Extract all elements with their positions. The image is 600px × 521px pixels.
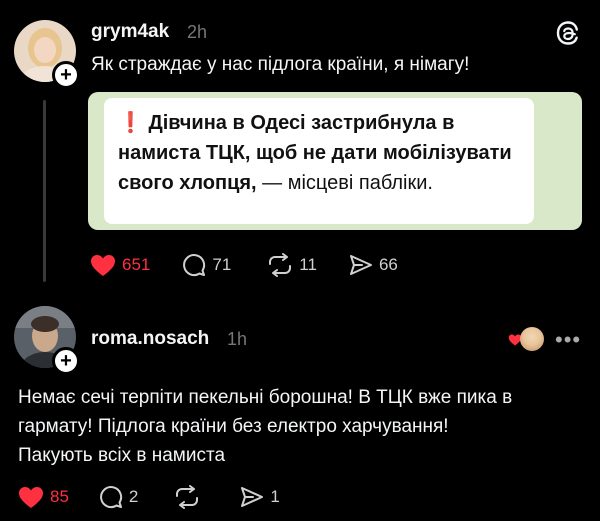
post-text-line-1: Немає сечі терпіти пекельні борошна! В Т…: [18, 387, 513, 408]
comment-button[interactable]: 2: [99, 485, 138, 509]
like-button[interactable]: 651: [90, 254, 150, 277]
comment-button[interactable]: 71: [182, 253, 231, 277]
repost-button[interactable]: 11: [267, 253, 317, 277]
quote-bubble: ❗ Дівчина в Одесі застрибнула в намиста …: [104, 98, 534, 224]
repost-icon: [176, 485, 199, 509]
post-text-line-3: Пакують всіх в намиста: [18, 445, 226, 466]
post-text: Як страждає у нас підлога країни, я німа…: [91, 54, 470, 75]
follow-plus-icon[interactable]: +: [52, 347, 80, 375]
post-actions: 85 2 1: [18, 485, 306, 509]
follow-plus-icon[interactable]: +: [52, 61, 80, 89]
share-count: 1: [270, 487, 280, 506]
quote-text: ❗ Дівчина в Одесі застрибнула в намиста …: [118, 108, 524, 198]
comment-count: 2: [128, 487, 139, 506]
comment-count: 71: [212, 255, 232, 274]
post-time: 2h: [187, 22, 208, 42]
like-button[interactable]: 85: [18, 486, 69, 509]
share-count: 66: [378, 255, 398, 274]
comment-icon: [100, 486, 122, 509]
quoted-image[interactable]: ❗ Дівчина в Одесі застрибнула в намиста …: [88, 92, 582, 230]
quote-source-text: — місцеві пабліки.: [256, 172, 433, 194]
username[interactable]: grym4ak: [91, 21, 169, 43]
threads-logo-icon[interactable]: [555, 20, 581, 46]
repost-icon: [269, 253, 292, 277]
liked-by-avatar[interactable]: [520, 327, 544, 351]
post-time: 1h: [227, 329, 248, 349]
repost-button[interactable]: [174, 485, 206, 509]
share-button[interactable]: 1: [240, 486, 280, 508]
share-button[interactable]: 66: [349, 254, 398, 276]
comment-icon: [183, 254, 206, 277]
heart-icon: [91, 254, 115, 276]
share-icon: [241, 487, 264, 507]
username[interactable]: roma.nosach: [91, 328, 209, 350]
share-icon: [349, 255, 372, 275]
more-icon[interactable]: •••: [555, 327, 581, 353]
post-text-line-2: гармату! Підлога країни без електро харч…: [18, 416, 449, 437]
like-count: 85: [50, 487, 69, 506]
like-count: 651: [122, 255, 151, 274]
post-text: Немає сечі терпіти пекельні борошна! В Т…: [18, 383, 512, 470]
heart-icon: [19, 486, 43, 508]
post-actions: 651 71 11 66: [90, 253, 424, 277]
exclamation-icon: ❗: [118, 112, 143, 134]
thread-line: [43, 100, 46, 282]
repost-count: 11: [299, 255, 317, 274]
